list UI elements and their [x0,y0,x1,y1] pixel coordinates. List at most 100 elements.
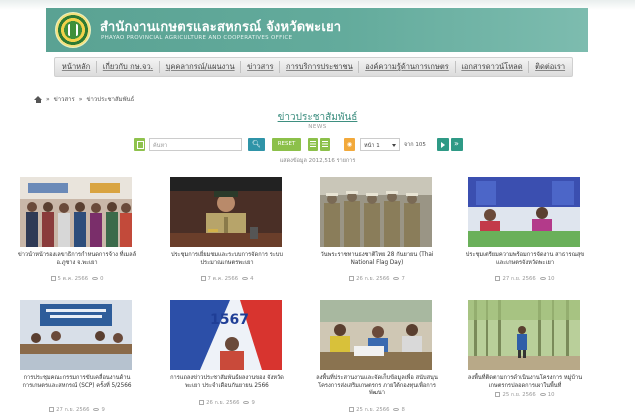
eye-icon [539,276,546,280]
news-views: 9 [101,407,105,413]
news-meta: 27 ก.ย. 2566 9 [16,406,138,414]
eye-icon [243,400,250,404]
breadcrumb: » ข่าวสาร » ข่าวประชาสัมพันธ์ [34,94,134,104]
news-date: 5 ต.ค. 2566 [57,276,89,282]
news-views: 10 [547,392,555,398]
nav-divider [358,61,360,73]
rss-icon[interactable]: ◉ [344,138,355,151]
nav-divider [96,61,98,73]
news-thumbnail[interactable] [320,300,432,370]
news-date: 25 ก.ย. 2566 [502,392,536,398]
office-name-thai: สำนักงานเกษตรและสหกรณ์ จังหวัดพะเยา [100,20,342,35]
news-thumbnail[interactable] [320,177,432,247]
news-views: 4 [250,276,254,282]
site-header-banner: สำนักงานเกษตรและสหกรณ์ จังหวัดพะเยา PHAY… [46,8,588,52]
nav-divider [240,61,242,73]
eye-icon [92,276,99,280]
news-date: 26 ก.ย. 2566 [356,276,390,282]
news-views: 8 [401,407,405,413]
news-title[interactable]: วันพระราชทานธงชาติไทย 28 กันยายน (Thai N… [316,252,438,267]
news-photo-officer [170,177,282,247]
eye-icon [539,392,546,396]
calendar-icon [200,276,206,281]
nav-item-downloads[interactable]: เอกสารดาวน์โหลด [461,61,522,73]
eye-icon [393,276,400,280]
nav-divider [279,61,281,73]
news-date: 27 ก.ย. 2566 [56,407,90,413]
search-input[interactable]: ค้นหา [149,138,242,151]
nav-item-home[interactable]: หน้าหลัก [62,61,90,73]
news-thumbnail[interactable] [468,300,580,370]
calendar-icon [349,407,355,412]
eye-icon [93,407,100,411]
nav-item-news[interactable]: ข่าวสาร [247,61,273,73]
news-photo-people [20,177,132,247]
nav-item-services[interactable]: การบริการประชาชน [286,61,353,73]
reset-button[interactable]: RESET [272,138,301,151]
next-page-button[interactable] [437,138,449,151]
home-icon[interactable] [34,95,42,103]
news-title[interactable]: ประชุมการเยี่ยมชมและระบบการจัดการ ระบบปร… [166,252,288,267]
total-records-label: แสดงข้อมูล 2012,516 รายการ [279,158,356,164]
news-photo-salute [320,177,432,247]
breadcrumb-item-news[interactable]: ข่าวสาร [54,94,75,104]
calendar-icon [50,276,56,281]
chevron-down-icon [392,144,396,147]
news-views: 0 [100,276,104,282]
news-photo-studio: 1567 [170,300,282,370]
office-logo[interactable] [55,12,91,48]
calendar-icon [495,392,501,397]
calendar-icon [495,276,501,281]
logo-emblem-icon [68,24,78,36]
nav-divider [158,61,160,73]
news-title[interactable]: ประชุมเตรียมความพร้อมการจัดงาน สาธารณสุข… [464,252,586,267]
breadcrumb-separator: » [78,95,83,103]
news-views: 9 [251,400,255,406]
news-photo-meeting [20,300,132,370]
news-date: 26 ก.ย. 2566 [206,400,240,406]
news-title[interactable]: การแถลงข่าวประชาสัมพันธ์ผลงานของ จังหวัด… [166,375,288,390]
news-thumbnail[interactable]: 1567 [170,300,282,370]
office-name-english: PHAYAO PROVINCIAL AGRICULTURE AND COOPER… [101,35,293,41]
page-count-label: จาก 105 [404,142,426,148]
news-title[interactable]: ลงพื้นที่ประสานงานและจัดเก็บข้อมูลเพื่อ … [316,375,438,398]
nav-item-about[interactable]: เกี่ยวกับ กษ.จว. [103,61,153,73]
calendar-icon [349,276,355,281]
grid-view-button[interactable] [308,138,318,151]
news-thumbnail[interactable] [170,177,282,247]
news-views: 10 [547,276,555,282]
news-photo-field [320,300,432,370]
nav-item-contact[interactable]: ติดต่อเรา [535,61,565,73]
news-title[interactable]: ลงพื้นที่ติดตามการดำเนินงานโครงการ หมู่บ… [464,375,586,390]
news-date: 25 ก.ย. 2566 [356,407,390,413]
news-title[interactable]: การประชุมคณะกรรมการขับเคลื่อนงานด้าน การ… [16,375,138,390]
news-photo-desk [468,177,580,247]
breadcrumb-item-current: ข่าวประชาสัมพันธ์ [86,96,135,103]
nav-item-staff[interactable]: บุคคลากรณ์/แผนงาน [166,61,235,73]
calendar-filter-button[interactable] [134,138,145,151]
news-title[interactable]: ข่าวนำหน้ารองเลขาธิการกำหนดการจ้าง ที่เม… [16,252,138,267]
svg-text:1567: 1567 [210,312,249,328]
main-navigation: หน้าหลัก เกี่ยวกับ กษ.จว. บุคคลากรณ์/แผน… [54,57,573,77]
calendar-icon [199,400,205,405]
news-thumbnail[interactable] [20,177,132,247]
list-view-button[interactable] [320,138,330,151]
news-meta: 26 ก.ย. 2566 9 [166,399,288,407]
page-select[interactable]: หน้า 1 [360,138,400,151]
nav-item-knowledge[interactable]: องค์ความรู้ด้านการเกษตร [365,61,449,73]
search-button[interactable]: 🔍︎ [248,138,265,151]
news-date: 27 ก.ย. 2566 [502,276,536,282]
news-thumbnail[interactable] [20,300,132,370]
news-meta: 25 ก.ย. 2566 8 [316,406,438,414]
news-meta: 5 ต.ค. 2566 0 [16,275,138,283]
eye-icon [242,276,249,280]
news-date: 7 ต.ค. 2566 [207,276,239,282]
page-select-value: หน้า 1 [364,143,380,149]
last-page-button[interactable] [451,138,463,151]
news-thumbnail[interactable] [468,177,580,247]
calendar-icon [49,407,55,412]
nav-divider [454,61,456,73]
page-title: ข่าวประชาสัมพันธ์ [277,112,358,123]
page-subtitle: NEWS [308,124,327,130]
nav-divider [528,61,530,73]
